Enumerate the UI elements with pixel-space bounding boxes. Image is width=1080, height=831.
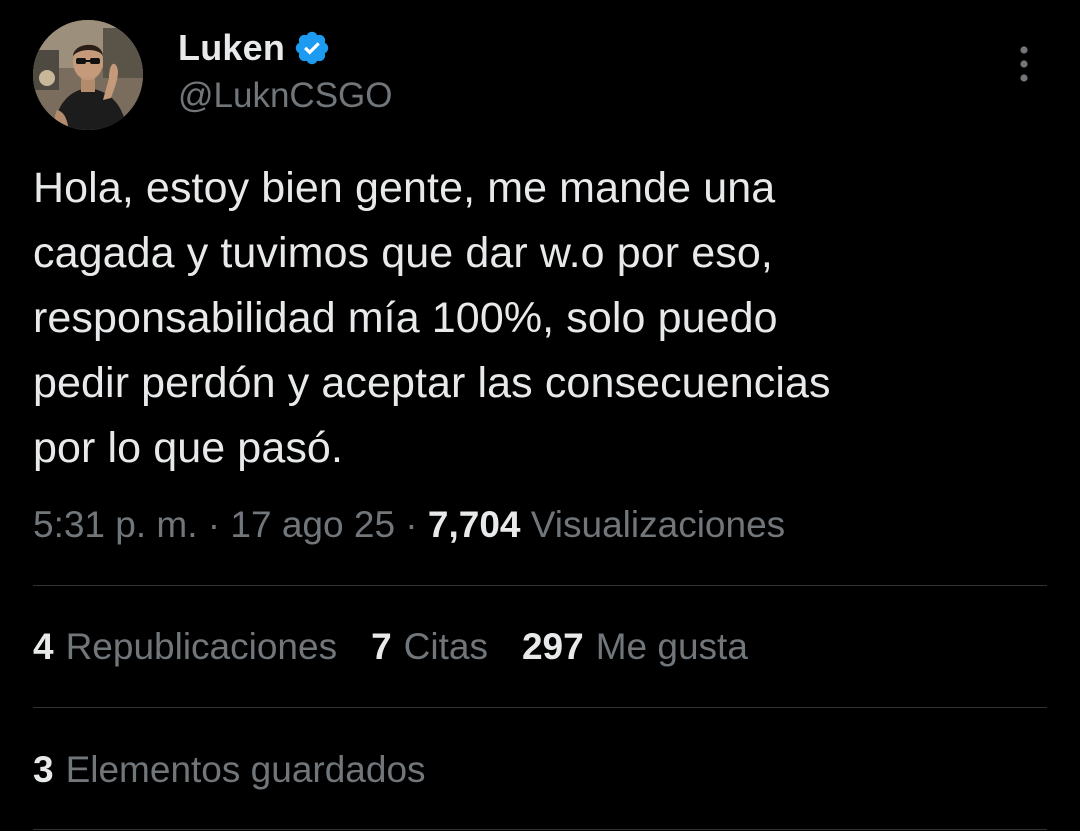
meta-separator: · [197,504,231,545]
bookmarks-count: 3 [33,749,54,790]
views-label: Visualizaciones [530,504,786,545]
tweet-body-text: Hola, estoy bien gente, me mande una cag… [33,164,831,472]
views-count: 7,704 [427,504,521,545]
profile-photo [33,20,143,130]
bookmarks-label: Elementos guardados [65,749,426,790]
divider [33,585,1047,586]
author-avatar[interactable] [33,20,143,130]
reposts-stat[interactable]: 4 Republicaciones [33,626,337,668]
likes-label: Me gusta [595,626,748,667]
tweet-metadata: 5:31 p. m. · 17 ago 25 · 7,704 Visualiza… [33,504,785,546]
quotes-label: Citas [403,626,488,667]
divider [33,829,1047,830]
more-options-icon[interactable] [1010,44,1038,84]
likes-stat[interactable]: 297 Me gusta [522,626,748,668]
author-display-name[interactable]: Luken [178,27,285,69]
author-handle[interactable]: @LuknCSGO [178,76,393,116]
quotes-count: 7 [371,626,392,667]
tweet-time[interactable]: 5:31 p. m. [33,504,198,545]
bookmarks-stat[interactable]: 3 Elementos guardados [33,749,426,791]
tweet-date[interactable]: 17 ago 25 [230,504,395,545]
verified-badge-icon[interactable] [293,29,331,67]
divider [33,707,1047,708]
reposts-label: Republicaciones [65,626,338,667]
meta-separator: · [395,504,428,545]
likes-count: 297 [521,626,584,667]
reposts-count: 4 [33,626,54,667]
quotes-stat[interactable]: 7 Citas [371,626,488,668]
author-name-row: Luken [178,26,331,70]
tweet-detail: Luken @LuknCSGO Hola, estoy bien gente, … [0,0,1080,831]
engagement-stats: 4 Republicaciones 7 Citas 297 Me gusta [33,626,748,668]
